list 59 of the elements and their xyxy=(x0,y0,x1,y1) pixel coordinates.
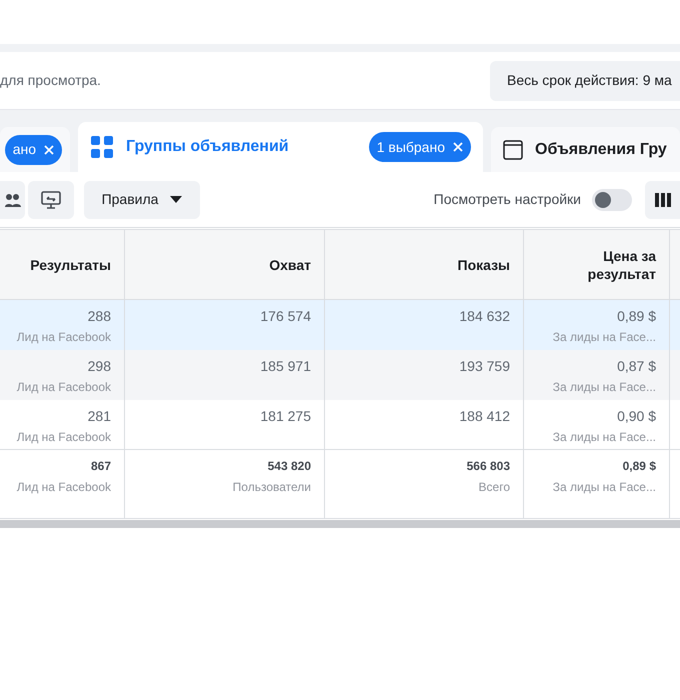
table-row[interactable]: 281 Лид на Facebook 181 275 188 412 0,90 $ За лиды на Face... xyxy=(0,400,680,450)
cell-value: 185 971 xyxy=(259,357,311,376)
compare-button[interactable] xyxy=(28,180,74,218)
cell-subtext: Лид на Facebook xyxy=(16,329,111,346)
cell-value: 0,89 $ xyxy=(616,307,656,326)
tab-label: Группы объявлений xyxy=(126,137,289,157)
people-icon xyxy=(5,192,21,208)
cell-value: 566 803 xyxy=(466,458,510,475)
cell-value: 181 275 xyxy=(259,407,311,426)
grid-icon xyxy=(90,135,114,159)
cell-value: 867 xyxy=(90,458,111,475)
columns-button[interactable] xyxy=(645,180,680,218)
rules-button[interactable]: Правила xyxy=(84,180,200,218)
chip-label: ано xyxy=(12,140,36,159)
columns-icon xyxy=(654,192,670,206)
tab[interactable]: ано xyxy=(0,127,70,172)
cell-value: 176 574 xyxy=(259,307,311,326)
chip-label: 1 выбрано xyxy=(376,138,445,157)
cell-subtext: Всего xyxy=(478,479,510,496)
cell-value: 288 xyxy=(86,307,111,326)
cell-subtext: Лид на Facebook xyxy=(16,429,111,446)
horizontal-scrollbar[interactable] xyxy=(0,520,680,528)
table-row[interactable]: 298 Лид на Facebook 185 971 193 759 0,87 $ За лиды на Face... xyxy=(0,350,680,400)
close-icon[interactable] xyxy=(44,144,54,154)
selection-chip[interactable]: 1 выбрано xyxy=(368,132,471,162)
cell-subtext: За лиды на Face... xyxy=(552,479,656,496)
cell-value: 193 759 xyxy=(458,357,510,376)
cell-value: 184 632 xyxy=(458,307,510,326)
caret-icon xyxy=(170,196,182,203)
tab[interactable]: Группы объявлений 1 выбрано xyxy=(78,122,483,172)
column-header[interactable]: Результаты xyxy=(0,230,125,299)
cell-value: 188 412 xyxy=(458,407,510,426)
cell-subtext: За лиды на Face... xyxy=(552,329,656,346)
cell-value: 298 xyxy=(86,357,111,376)
date-range-button[interactable]: Весь срок действия: 9 ма xyxy=(490,60,680,100)
tab-label: Объявления Гру xyxy=(535,140,667,160)
cell-subtext: Пользователи xyxy=(232,479,311,496)
cell-subtext: За лиды на Face... xyxy=(552,379,656,396)
audience-button[interactable] xyxy=(0,180,25,218)
cell-value: 281 xyxy=(86,407,111,426)
cell-value: 0,87 $ xyxy=(616,357,656,376)
view-settings-label: Посмотреть настройки xyxy=(434,190,581,209)
selection-chip[interactable]: ано xyxy=(4,134,62,164)
column-header[interactable]: Охват xyxy=(125,230,325,299)
close-icon[interactable] xyxy=(453,142,463,152)
view-settings-toggle[interactable] xyxy=(592,188,632,210)
cell-value: 543 820 xyxy=(266,458,311,475)
cell-value: 0,90 $ xyxy=(616,407,656,426)
column-header[interactable]: Показы xyxy=(325,230,524,299)
cell-subtext: За лиды на Face... xyxy=(552,429,656,446)
cell-value: 0,89 $ xyxy=(622,458,656,475)
table-row[interactable]: 288 Лид на Facebook 176 574 184 632 0,89 $ За лиды на Face... xyxy=(0,300,680,350)
window-icon xyxy=(503,140,523,160)
swap-screen-icon xyxy=(41,190,61,208)
tab[interactable]: Объявления Гру xyxy=(491,127,680,172)
column-header[interactable]: Цена за результат xyxy=(524,230,670,299)
hint-text: для просмотра. xyxy=(0,71,101,90)
cell-subtext: Лид на Facebook xyxy=(16,479,111,496)
cell-subtext: Лид на Facebook xyxy=(16,379,111,396)
